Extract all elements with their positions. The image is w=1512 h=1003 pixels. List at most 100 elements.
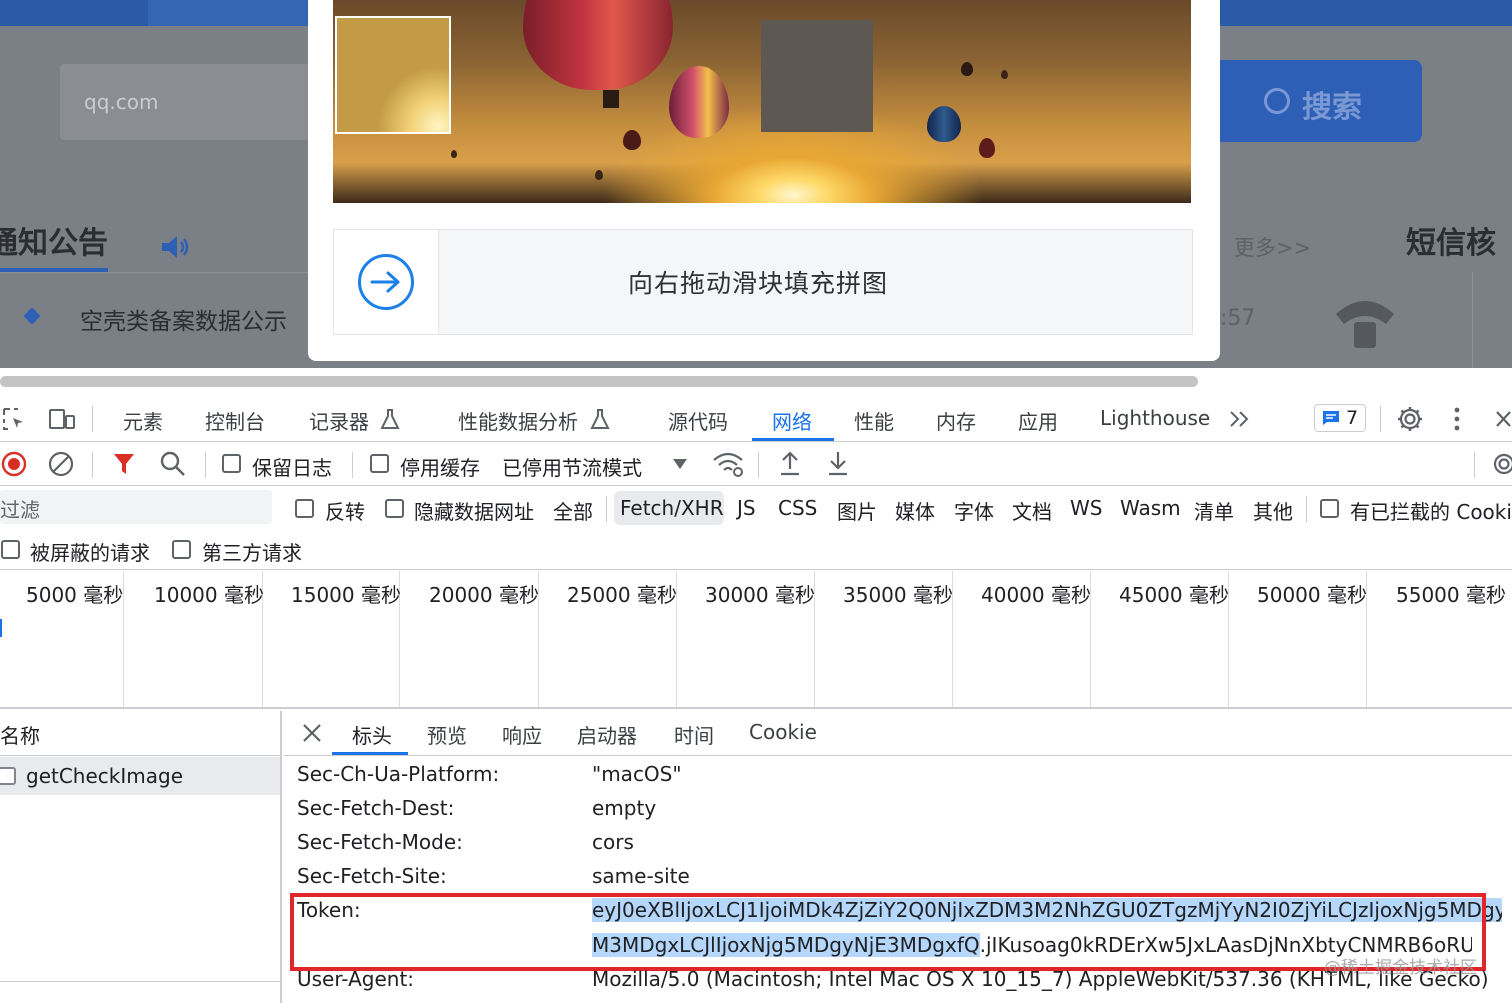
balloon-medium bbox=[669, 66, 729, 138]
filter-type-css[interactable]: CSS bbox=[778, 496, 817, 520]
close-devtools-icon[interactable] bbox=[1494, 408, 1512, 430]
notice-title: 通知公告 bbox=[0, 226, 108, 261]
captcha-slider-track[interactable]: 向右拖动滑块填充拼图 bbox=[333, 229, 1193, 335]
clear-icon[interactable] bbox=[47, 450, 75, 478]
notice-bullet-icon bbox=[23, 307, 41, 325]
request-detail-tabs: 标头 预览 响应 启动器 时间 Cookie bbox=[284, 711, 1512, 756]
hide-data-urls-checkbox[interactable] bbox=[385, 499, 404, 518]
invert-checkbox[interactable] bbox=[295, 499, 314, 518]
detail-tab-cookies[interactable]: Cookie bbox=[749, 720, 817, 744]
filter-type-all[interactable]: 全部 bbox=[553, 496, 593, 525]
name-column-header[interactable]: 名称 bbox=[0, 720, 40, 749]
filter-type-font[interactable]: 字体 bbox=[954, 496, 994, 525]
page-horizontal-scrollbar[interactable] bbox=[0, 368, 1512, 396]
request-list-header: 名称 bbox=[0, 711, 280, 756]
tab-performance[interactable]: 性能 bbox=[854, 406, 894, 435]
request-row[interactable]: getCheckImage bbox=[0, 757, 280, 795]
request-name[interactable]: getCheckImage bbox=[26, 764, 183, 788]
tab-lighthouse[interactable]: Lighthouse bbox=[1100, 406, 1210, 430]
close-detail-icon[interactable] bbox=[302, 723, 322, 743]
detail-tab-timing[interactable]: 时间 bbox=[674, 720, 714, 749]
filter-input[interactable]: 过滤 bbox=[0, 490, 272, 524]
timeline-tick: 30000 毫秒 bbox=[705, 583, 815, 607]
filter-type-other[interactable]: 其他 bbox=[1253, 496, 1293, 525]
more-tabs-chevron-icon[interactable] bbox=[1228, 409, 1252, 429]
tab-recorder[interactable]: 记录器 bbox=[309, 406, 369, 435]
search-icon[interactable] bbox=[159, 450, 187, 478]
network-overview-timeline[interactable]: 5000 毫秒 10000 毫秒 15000 毫秒 20000 毫秒 25000… bbox=[0, 571, 1512, 709]
devtools-tab-bar: 元素 控制台 记录器 性能数据分析 源代码 网络 性能 内存 应用 Lighth… bbox=[0, 396, 1512, 442]
timeline-tick: 40000 毫秒 bbox=[981, 583, 1091, 607]
device-toolbar-icon[interactable] bbox=[48, 407, 76, 431]
blocked-cookies-label: 有已拦截的 Cooki bbox=[1350, 500, 1512, 524]
kebab-menu-icon[interactable] bbox=[1450, 406, 1464, 432]
import-har-upload-icon[interactable] bbox=[778, 449, 802, 477]
filter-funnel-icon[interactable] bbox=[112, 451, 136, 477]
filter-type-wasm[interactable]: Wasm bbox=[1120, 496, 1181, 520]
tab-network[interactable]: 网络 bbox=[772, 406, 812, 435]
timeline-request-bar bbox=[0, 619, 2, 637]
token-highlight-box bbox=[290, 893, 1486, 971]
tab-application[interactable]: 应用 bbox=[1018, 406, 1058, 435]
request-list: 名称 getCheckImage bbox=[0, 711, 282, 1003]
record-stop-icon[interactable] bbox=[1, 450, 29, 478]
third-party-checkbox[interactable] bbox=[172, 540, 191, 559]
chevron-down-icon[interactable] bbox=[672, 458, 688, 470]
header-value: empty bbox=[592, 796, 657, 820]
timeline-tick: 10000 毫秒 bbox=[154, 583, 264, 607]
timeline-tick: 50000 毫秒 bbox=[1257, 583, 1367, 607]
balloon-large bbox=[523, 0, 673, 90]
scrollbar-thumb[interactable] bbox=[0, 376, 1198, 387]
issues-badge[interactable]: 7 bbox=[1314, 404, 1366, 432]
active-tab-indicator bbox=[752, 438, 834, 441]
throttling-select[interactable]: 已停用节流模式 bbox=[502, 452, 642, 481]
filter-bar: 过滤 反转 隐藏数据网址 全部 Fetch/XHR JS CSS 图片 媒体 字… bbox=[0, 486, 1512, 530]
blocked-requests-checkbox[interactable] bbox=[1, 540, 20, 559]
network-settings-gear-icon[interactable] bbox=[1490, 450, 1512, 478]
phone-icon bbox=[1336, 301, 1394, 348]
third-party-label: 第三方请求 bbox=[202, 541, 302, 565]
flask-icon bbox=[380, 409, 400, 429]
speaker-icon bbox=[162, 236, 189, 258]
captcha-puzzle-image bbox=[333, 0, 1191, 203]
filter-type-media[interactable]: 媒体 bbox=[895, 496, 935, 525]
filter-type-js[interactable]: JS bbox=[737, 496, 756, 520]
preserve-log-label: 保留日志 bbox=[252, 456, 332, 480]
filter-type-manifest[interactable]: 清单 bbox=[1194, 496, 1234, 525]
page-search-placeholder: qq.com bbox=[84, 90, 159, 114]
detail-tab-preview[interactable]: 预览 bbox=[427, 720, 467, 749]
puzzle-target-slot bbox=[761, 20, 873, 132]
filter-type-ws[interactable]: WS bbox=[1070, 496, 1102, 520]
notice-item-link[interactable]: 空壳类备案数据公示 bbox=[80, 302, 287, 336]
network-conditions-wifi-icon[interactable] bbox=[712, 450, 744, 478]
tab-elements[interactable]: 元素 bbox=[123, 406, 163, 435]
timeline-tick: 25000 毫秒 bbox=[567, 583, 677, 607]
filter-placeholder: 过滤 bbox=[0, 498, 40, 522]
preserve-log-checkbox[interactable] bbox=[222, 454, 241, 473]
detail-tab-headers[interactable]: 标头 bbox=[352, 720, 392, 749]
disable-cache-checkbox[interactable] bbox=[370, 454, 389, 473]
blocked-cookies-checkbox[interactable] bbox=[1320, 499, 1339, 518]
export-har-download-icon[interactable] bbox=[826, 449, 850, 477]
detail-tab-response[interactable]: 响应 bbox=[502, 720, 542, 749]
more-link[interactable]: 更多>> bbox=[1234, 232, 1311, 262]
tab-console[interactable]: 控制台 bbox=[205, 406, 265, 435]
page-search-button[interactable]: 搜索 bbox=[1220, 60, 1422, 142]
tab-memory[interactable]: 内存 bbox=[936, 406, 976, 435]
filter-type-fetch-xhr[interactable]: Fetch/XHR bbox=[620, 496, 724, 520]
filter-type-doc[interactable]: 文档 bbox=[1012, 496, 1052, 525]
header-value: same-site bbox=[592, 864, 690, 888]
detail-tab-initiator[interactable]: 启动器 bbox=[577, 720, 637, 749]
tab-performance-insights[interactable]: 性能数据分析 bbox=[458, 406, 578, 435]
disable-cache-label: 停用缓存 bbox=[400, 456, 480, 480]
blocked-requests-label: 被屏蔽的请求 bbox=[30, 541, 150, 565]
arrow-right-icon bbox=[358, 254, 414, 310]
captcha-slider-handle[interactable] bbox=[334, 230, 439, 334]
filter-type-img[interactable]: 图片 bbox=[837, 496, 877, 525]
settings-gear-icon[interactable] bbox=[1396, 405, 1424, 433]
page-search-input[interactable]: qq.com bbox=[60, 64, 320, 140]
puzzle-piece[interactable] bbox=[335, 16, 451, 134]
right-section-title: 短信核 bbox=[1406, 226, 1496, 261]
inspect-element-icon[interactable] bbox=[2, 407, 26, 431]
tab-sources[interactable]: 源代码 bbox=[668, 406, 728, 435]
